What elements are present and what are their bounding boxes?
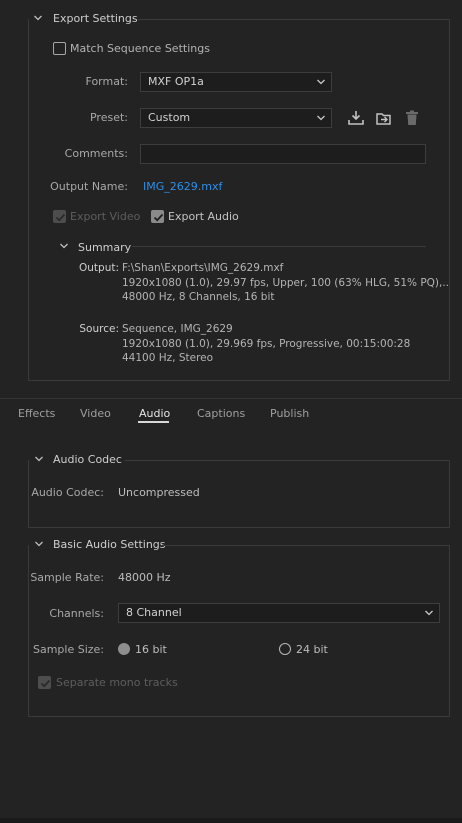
export-audio-label: Export Audio xyxy=(168,210,239,223)
export-video-label: Export Video xyxy=(70,210,141,223)
output-summary-key: Output: xyxy=(79,262,120,274)
match-sequence-checkbox[interactable] xyxy=(53,42,66,55)
comments-field[interactable] xyxy=(140,144,426,164)
source-summary-line-1: Sequence, IMG_2629 xyxy=(122,323,233,335)
format-label: Format: xyxy=(85,75,128,88)
tab-video[interactable]: Video xyxy=(80,407,111,420)
separate-mono-checkbox[interactable] xyxy=(38,676,51,689)
sample-size-24bit-radio[interactable] xyxy=(279,643,291,655)
save-preset-icon[interactable] xyxy=(347,109,365,127)
audio-codec-value: Uncompressed xyxy=(118,486,200,499)
chevron-down-icon xyxy=(317,115,325,121)
export-audio-checkbox[interactable] xyxy=(151,210,164,223)
comments-label: Comments: xyxy=(64,147,128,160)
format-dropdown[interactable]: MXF OP1a xyxy=(140,72,332,92)
export-settings-panel: Export Settings Match Sequence Settings … xyxy=(0,0,462,823)
chevron-down-icon xyxy=(317,79,325,85)
sample-size-label: Sample Size: xyxy=(32,643,104,656)
export-video-checkbox[interactable] xyxy=(53,210,66,223)
checkmark-icon xyxy=(40,679,51,688)
sample-size-24bit-label: 24 bit xyxy=(296,643,328,656)
format-value: MXF OP1a xyxy=(148,75,204,88)
active-tab-indicator xyxy=(138,421,169,423)
preset-label: Preset: xyxy=(89,111,128,124)
output-name-label: Output Name: xyxy=(50,180,128,193)
preset-dropdown[interactable]: Custom xyxy=(140,108,332,128)
output-summary-line-3: 48000 Hz, 8 Channels, 16 bit xyxy=(122,291,275,303)
output-name-link[interactable]: IMG_2629.mxf xyxy=(143,180,222,193)
sample-size-16bit-radio[interactable] xyxy=(118,643,130,655)
delete-preset-icon[interactable] xyxy=(403,109,421,127)
collapse-chevron-icon[interactable] xyxy=(59,241,69,251)
bottom-edge xyxy=(0,818,462,823)
source-summary-key: Source: xyxy=(79,323,119,335)
output-summary-line-2: 1920x1080 (1.0), 29.97 fps, Upper, 100 (… xyxy=(122,277,450,289)
match-sequence-label: Match Sequence Settings xyxy=(70,42,210,55)
checkmark-icon xyxy=(55,213,66,222)
channels-label: Channels: xyxy=(49,607,104,620)
checkmark-icon xyxy=(153,213,164,222)
tab-effects[interactable]: Effects xyxy=(18,407,55,420)
audio-codec-label: Audio Codec: xyxy=(31,486,104,499)
import-preset-icon[interactable] xyxy=(375,109,393,127)
separate-mono-label: Separate mono tracks xyxy=(56,676,178,689)
channels-value: 8 Channel xyxy=(126,606,182,619)
source-summary-line-2: 1920x1080 (1.0), 29.969 fps, Progressive… xyxy=(122,338,411,350)
output-summary-line-1: F:\Shan\Exports\IMG_2629.mxf xyxy=(122,262,284,274)
chevron-down-icon xyxy=(425,610,433,616)
channels-dropdown[interactable]: 8 Channel xyxy=(118,603,440,623)
tab-captions[interactable]: Captions xyxy=(197,407,245,420)
sample-size-16bit-label: 16 bit xyxy=(135,643,167,656)
preset-value: Custom xyxy=(148,111,191,124)
tab-audio[interactable]: Audio xyxy=(139,407,170,420)
summary-title: Summary xyxy=(78,241,132,254)
settings-tab-bar: Effects Video Audio Captions Publish xyxy=(0,398,462,428)
source-summary-line-3: 44100 Hz, Stereo xyxy=(122,352,214,364)
sample-rate-value: 48000 Hz xyxy=(118,571,171,584)
summary-divider xyxy=(132,246,426,247)
sample-rate-label: Sample Rate: xyxy=(30,571,104,584)
tab-publish[interactable]: Publish xyxy=(270,407,309,420)
